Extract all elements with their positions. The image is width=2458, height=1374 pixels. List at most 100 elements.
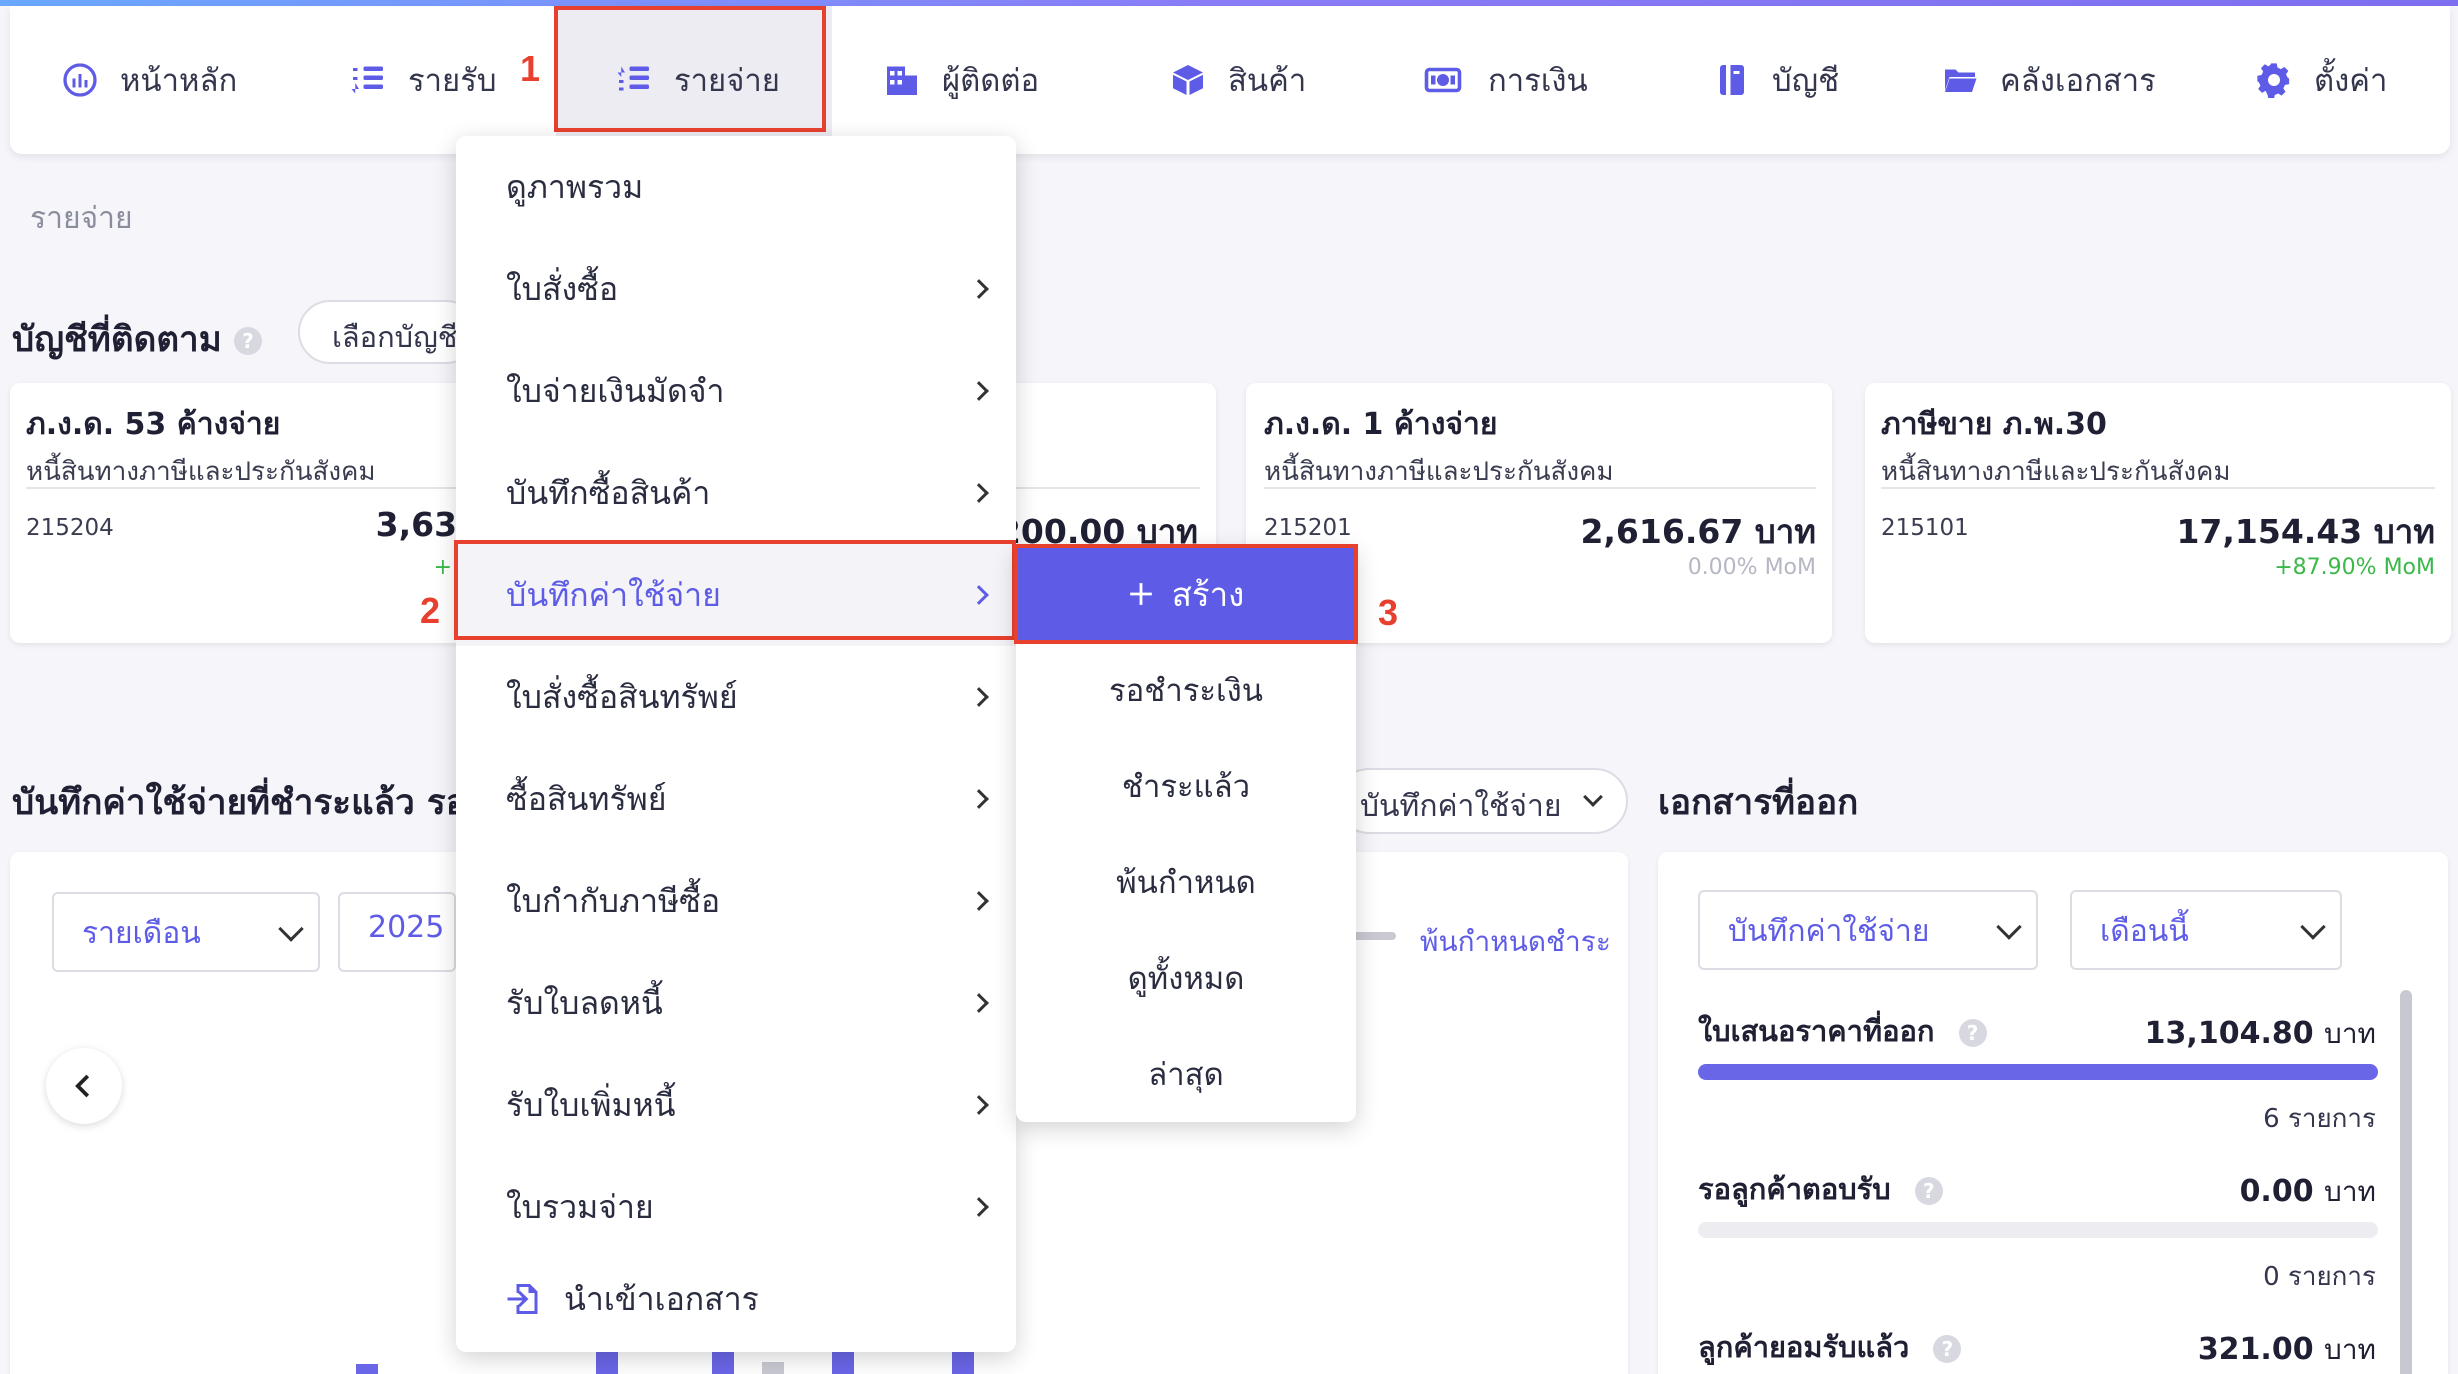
help-icon[interactable]: ? [1933, 1335, 1962, 1363]
chevron-right-icon [969, 687, 989, 707]
scrollbar[interactable] [2400, 990, 2412, 1374]
annotation-box-2 [454, 540, 1016, 640]
stat-amount: 13,104.80 บาท [2145, 1012, 2376, 1056]
account-card[interactable]: ภ.ง.ด. 53 ค้างจ่าย หนี้สินทางภาษีและประก… [10, 383, 480, 643]
expense-doc-select[interactable]: บันทึกค่าใช้จ่าย [1336, 768, 1628, 834]
menu-item-purchase-order[interactable]: ใบสั่งซื้อ [456, 238, 1016, 340]
contacts-icon [887, 66, 917, 95]
submenu-paid[interactable]: ชำระแล้ว [1016, 738, 1356, 834]
nav-settings[interactable]: ตั้งค่า [2256, 6, 2387, 154]
pick-account-button[interactable]: เลือกบัญชี [298, 300, 478, 364]
account-card[interactable]: ภาษีขาย ภ.พ.30 หนี้สินทางภาษีและประกันสั… [1865, 383, 2451, 643]
menu-item-debit-note[interactable]: รับใบเพิ่มหนี้ [456, 1054, 1016, 1156]
card-amount: 17,154.43 บาท [2176, 512, 2435, 551]
doc-type-select-value: บันทึกค่าใช้จ่าย [1728, 914, 1930, 949]
nav-home[interactable]: หน้าหลัก [62, 6, 237, 154]
nav-finance[interactable]: การเงิน [1420, 6, 1588, 154]
stat-label-text: ลูกค้ายอมรับแล้ว [1698, 1330, 1910, 1364]
card-title: ภ.ง.ด. 1 ค้างจ่าย [1264, 407, 1498, 442]
menu-item-label: ใบรวมจ่าย [506, 1187, 654, 1226]
submenu-awaiting-payment[interactable]: รอชำระเงิน [1016, 642, 1356, 738]
chevron-right-icon [969, 483, 989, 503]
expense-doc-select-value: บันทึกค่าใช้จ่าย [1360, 789, 1562, 824]
nav-income[interactable]: รายรับ [350, 6, 497, 154]
card-amount: 2,616.67 บาท [1580, 512, 1816, 551]
card-subtitle: หนี้สินทางภาษีและประกันสังคม [1881, 457, 2231, 487]
card-account-code: 215201 [1264, 515, 1352, 541]
menu-item-label: ใบสั่งซื้อ [506, 269, 619, 308]
menu-item-label: บันทึกซื้อสินค้า [506, 473, 711, 512]
chart-bar [832, 1350, 854, 1374]
chart-bar [952, 1350, 974, 1374]
chevron-down-icon [2300, 914, 2326, 940]
menu-item-purchase-tax-invoice[interactable]: ใบกำกับภาษีซื้อ [456, 850, 1016, 952]
nav-home-label: หน้าหลัก [120, 63, 238, 99]
issued-docs-title: เอกสารที่ออก [1658, 783, 1859, 823]
stat-unit: บาท [2324, 1333, 2376, 1366]
menu-item-label: รับใบลดหนี้ [506, 983, 663, 1022]
stat-unit: บาท [2324, 1017, 2376, 1050]
stat-count: 6 รายการ [2263, 1104, 2376, 1134]
help-icon[interactable]: ? [1958, 1019, 1987, 1047]
menu-item-combined-payment[interactable]: ใบรวมจ่าย [456, 1156, 1016, 1258]
main-nav: หน้าหลัก รายรับ รายจ่าย ผู้ติดต่อ สินค้า… [10, 6, 2450, 154]
help-icon[interactable]: ? [1914, 1177, 1943, 1205]
menu-item-label: ใบกำกับภาษีซื้อ [506, 881, 721, 920]
year-select[interactable]: 2025 [338, 892, 456, 972]
menu-item-overview[interactable]: ดูภาพรวม [456, 136, 1016, 238]
annotation-box-1 [554, 6, 826, 132]
menu-item-label: ดูภาพรวม [506, 167, 644, 206]
submenu-view-all[interactable]: ดูทั้งหมด [1016, 930, 1356, 1026]
stat-amount-value: 0.00 [2239, 1174, 2314, 1209]
menu-item-label: นำเข้าเอกสาร [564, 1279, 759, 1318]
nav-contacts-label: ผู้ติดต่อ [942, 63, 1040, 99]
stat-unit: บาท [2324, 1175, 2376, 1208]
year-select-value: 2025 [368, 910, 445, 945]
period-select[interactable]: รายเดือน [52, 892, 320, 972]
import-file-icon [507, 1284, 538, 1314]
stat-amount-value: 321.00 [2197, 1332, 2314, 1367]
submenu-latest[interactable]: ล่าสุด [1016, 1026, 1356, 1122]
card-title: ภาษีขาย ภ.พ.30 [1881, 407, 2107, 442]
stat-amount-value: 13,104.80 [2144, 1016, 2314, 1051]
folder-icon [1945, 69, 1977, 92]
legend-overdue: พ้นกำหนดชำระ [1420, 925, 1611, 958]
menu-item-label: รับใบเพิ่มหนี้ [506, 1085, 676, 1124]
chevron-right-icon [969, 1095, 989, 1115]
doc-type-select[interactable]: บันทึกค่าใช้จ่าย [1698, 890, 2038, 970]
nav-contacts[interactable]: ผู้ติดต่อ [884, 6, 1039, 154]
chevron-right-icon [969, 381, 989, 401]
divider [26, 487, 464, 489]
nav-documents[interactable]: คลังเอกสาร [1942, 6, 2156, 154]
chevron-right-icon [969, 1197, 989, 1217]
watched-accounts-label: บัญชีที่ติดตาม [12, 320, 222, 360]
chevron-right-icon [969, 993, 989, 1013]
submenu-overdue[interactable]: พ้นกำหนด [1016, 834, 1356, 930]
menu-item-asset-po[interactable]: ใบสั่งซื้อสินทรัพย์ [456, 646, 1016, 748]
product-box-icon [1173, 65, 1203, 95]
annotation-number-3: 3 [1378, 592, 1399, 633]
month-select[interactable]: เดือนนี้ [2070, 890, 2342, 970]
menu-item-asset-purchase[interactable]: ซื้อสินทรัพย์ [456, 748, 1016, 850]
card-account-code: 215204 [26, 515, 114, 541]
menu-item-label: ใบจ่ายเงินมัดจำ [506, 371, 725, 410]
chevron-down-icon [1996, 914, 2022, 940]
month-select-value: เดือนนี้ [2100, 914, 2189, 949]
menu-item-import[interactable]: นำเข้าเอกสาร [456, 1248, 1016, 1350]
stat-label: ใบเสนอราคาที่ออก ? [1698, 1008, 1987, 1054]
stat-label-text: รอลูกค้าตอบรับ [1698, 1172, 1891, 1206]
nav-accounting[interactable]: บัญชี [1714, 6, 1839, 154]
menu-item-credit-note[interactable]: รับใบลดหนี้ [456, 952, 1016, 1054]
annotation-number-1: 1 [520, 48, 541, 89]
divider [1264, 487, 1816, 489]
annotation-box-3 [1014, 544, 1358, 644]
stat-label: ลูกค้ายอมรับแล้ว ? [1698, 1324, 1962, 1370]
ledger-icon [1720, 65, 1744, 95]
money-icon [1424, 67, 1462, 93]
help-icon[interactable]: ? [233, 327, 262, 355]
menu-item-deposit-payment[interactable]: ใบจ่ายเงินมัดจำ [456, 340, 1016, 442]
menu-item-purchase-record[interactable]: บันทึกซื้อสินค้า [456, 442, 1016, 544]
nav-products[interactable]: สินค้า [1170, 6, 1306, 154]
progress-track [1698, 1222, 2378, 1238]
chart-prev-button[interactable] [46, 1048, 122, 1124]
